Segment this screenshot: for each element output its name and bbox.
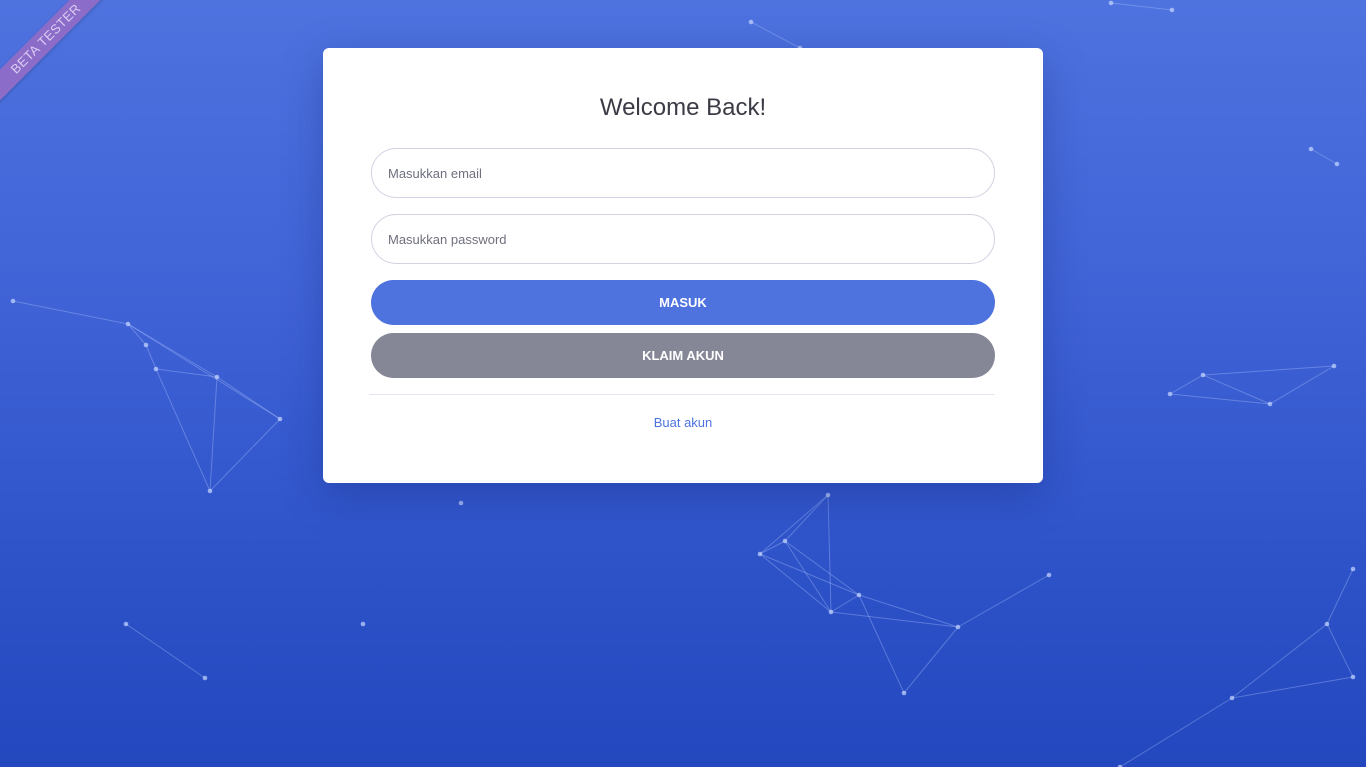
- particle-link: [759, 553, 860, 596]
- particle-link: [1169, 374, 1204, 395]
- particle-link: [127, 323, 281, 420]
- particle-link: [209, 376, 218, 492]
- particle-link: [858, 594, 959, 628]
- particle-dot: [856, 592, 862, 598]
- particle-dot: [1108, 0, 1114, 6]
- particle-link: [830, 611, 959, 628]
- particle-dot: [214, 374, 220, 380]
- particle-dot: [1229, 695, 1235, 701]
- claim-account-button[interactable]: KLAIM AKUN: [371, 333, 995, 378]
- particle-dot: [1167, 391, 1173, 397]
- password-field[interactable]: [371, 214, 995, 264]
- login-button[interactable]: MASUK: [371, 280, 995, 325]
- particle-link: [784, 540, 832, 613]
- particle-link: [827, 494, 832, 613]
- particle-link: [1269, 365, 1335, 405]
- particle-dot: [1350, 674, 1356, 680]
- particle-link: [858, 594, 905, 694]
- particle-link: [155, 368, 218, 378]
- login-card: Welcome Back! MASUK KLAIM AKUN Buat akun: [323, 48, 1043, 483]
- particle-dot: [10, 298, 16, 304]
- particle-link: [1202, 365, 1335, 376]
- particle-link: [1169, 393, 1271, 405]
- particle-dot: [277, 416, 283, 422]
- particle-link: [1326, 623, 1354, 678]
- particle-dot: [1200, 372, 1206, 378]
- particle-dot: [828, 609, 834, 615]
- particle-dot: [901, 690, 907, 696]
- particle-dot: [825, 492, 831, 498]
- particle-dot: [153, 366, 159, 372]
- particle-dot: [1046, 572, 1052, 578]
- create-account-link[interactable]: Buat akun: [323, 415, 1043, 430]
- particle-link: [759, 553, 832, 613]
- particle-link: [1231, 623, 1328, 699]
- particle-dot: [748, 19, 754, 25]
- particle-dot: [782, 538, 788, 544]
- particle-dot: [207, 488, 213, 494]
- particle-link: [784, 494, 829, 542]
- particle-dot: [360, 621, 366, 627]
- particle-link: [1326, 568, 1354, 625]
- welcome-title: Welcome Back!: [599, 94, 767, 121]
- particle-dot: [1324, 621, 1330, 627]
- divider: [369, 394, 995, 395]
- particle-link: [759, 494, 829, 555]
- particle-dot: [1331, 363, 1337, 369]
- particle-dot: [202, 675, 208, 681]
- particle-link: [209, 418, 281, 492]
- particle-link: [155, 368, 211, 492]
- particle-link: [1231, 676, 1354, 699]
- particle-link: [12, 300, 129, 325]
- particle-dot: [1308, 146, 1314, 152]
- particle-dot: [125, 321, 131, 327]
- particle-link: [784, 540, 860, 596]
- particle-dot: [955, 624, 961, 630]
- particle-link: [1202, 374, 1271, 405]
- particle-link: [830, 594, 860, 613]
- particle-link: [1310, 148, 1338, 165]
- particle-link: [125, 623, 206, 679]
- particle-dot: [1334, 161, 1340, 167]
- particle-link: [127, 323, 147, 346]
- particle-dot: [1350, 566, 1356, 572]
- particle-dot: [757, 551, 763, 557]
- particle-dot: [1169, 7, 1175, 13]
- particle-link: [903, 626, 959, 694]
- particle-dot: [123, 621, 129, 627]
- particle-link: [1119, 697, 1233, 767]
- email-field[interactable]: [371, 148, 995, 198]
- particle-link: [1110, 2, 1173, 11]
- particle-dot: [143, 342, 149, 348]
- particle-dot: [458, 500, 464, 506]
- particle-link: [750, 21, 801, 49]
- particle-link: [145, 344, 157, 370]
- particle-link: [957, 574, 1050, 628]
- particle-dot: [1267, 401, 1273, 407]
